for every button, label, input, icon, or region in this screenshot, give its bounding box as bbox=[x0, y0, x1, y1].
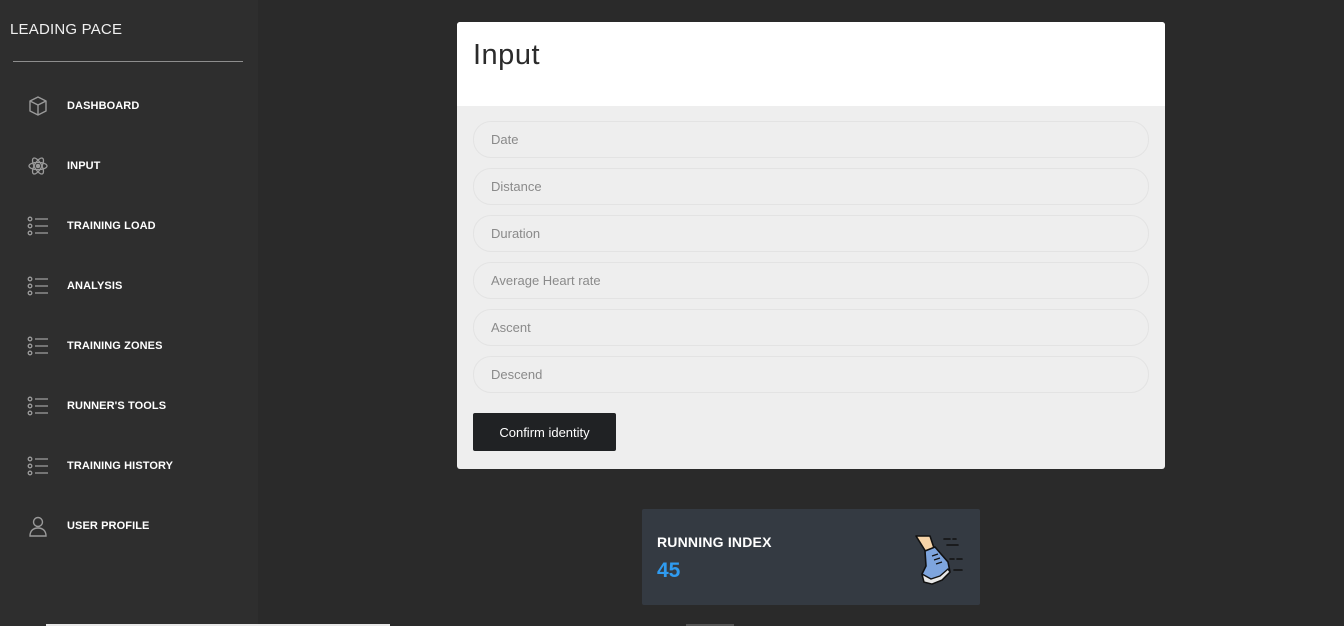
confirm-identity-button[interactable]: Confirm identity bbox=[473, 413, 616, 451]
list-icon bbox=[27, 335, 49, 357]
sidebar-item-training-history[interactable]: TRAINING HISTORY bbox=[0, 436, 258, 496]
sidebar-item-label: ANALYSIS bbox=[67, 280, 123, 292]
average-heart-rate-input[interactable] bbox=[473, 262, 1149, 299]
page-title: Input bbox=[473, 39, 540, 71]
sidebar-item-dashboard[interactable]: DASHBOARD bbox=[0, 76, 258, 136]
list-icon bbox=[27, 455, 49, 477]
ascent-input[interactable] bbox=[473, 309, 1149, 346]
stat-value: 45 bbox=[657, 559, 681, 582]
sidebar: LEADING PACE DASHBOARD INPUT TRAINING LO… bbox=[0, 0, 258, 626]
list-icon bbox=[27, 215, 49, 237]
sidebar-item-training-zones[interactable]: TRAINING ZONES bbox=[0, 316, 258, 376]
sidebar-divider bbox=[13, 61, 243, 62]
date-input[interactable] bbox=[473, 121, 1149, 158]
sidebar-item-label: TRAINING LOAD bbox=[67, 220, 156, 232]
sidebar-item-label: DASHBOARD bbox=[67, 100, 140, 112]
sidebar-item-label: TRAINING ZONES bbox=[67, 340, 163, 352]
app-brand[interactable]: LEADING PACE bbox=[10, 21, 122, 38]
sidebar-item-runners-tools[interactable]: RUNNER'S TOOLS bbox=[0, 376, 258, 436]
list-icon bbox=[27, 395, 49, 417]
sidebar-nav: DASHBOARD INPUT TRAINING LOAD ANALYSIS T… bbox=[0, 76, 258, 556]
sidebar-item-training-load[interactable]: TRAINING LOAD bbox=[0, 196, 258, 256]
running-shoe-icon bbox=[912, 532, 966, 586]
sidebar-item-label: TRAINING HISTORY bbox=[67, 460, 174, 472]
sidebar-item-label: USER PROFILE bbox=[67, 520, 150, 532]
sidebar-item-user-profile[interactable]: USER PROFILE bbox=[0, 496, 258, 556]
list-icon bbox=[27, 275, 49, 297]
sidebar-item-label: INPUT bbox=[67, 160, 101, 172]
descend-input[interactable] bbox=[473, 356, 1149, 393]
stat-label: RUNNING INDEX bbox=[657, 534, 772, 550]
distance-input[interactable] bbox=[473, 168, 1149, 205]
input-form-card: Input Confirm identity bbox=[457, 22, 1165, 469]
atom-icon bbox=[27, 155, 49, 177]
sidebar-item-label: RUNNER'S TOOLS bbox=[67, 400, 167, 412]
user-icon bbox=[27, 515, 49, 537]
duration-input[interactable] bbox=[473, 215, 1149, 252]
sidebar-item-analysis[interactable]: ANALYSIS bbox=[0, 256, 258, 316]
cube-icon bbox=[27, 95, 49, 117]
card-header: Input bbox=[457, 22, 1165, 106]
sidebar-item-input[interactable]: INPUT bbox=[0, 136, 258, 196]
